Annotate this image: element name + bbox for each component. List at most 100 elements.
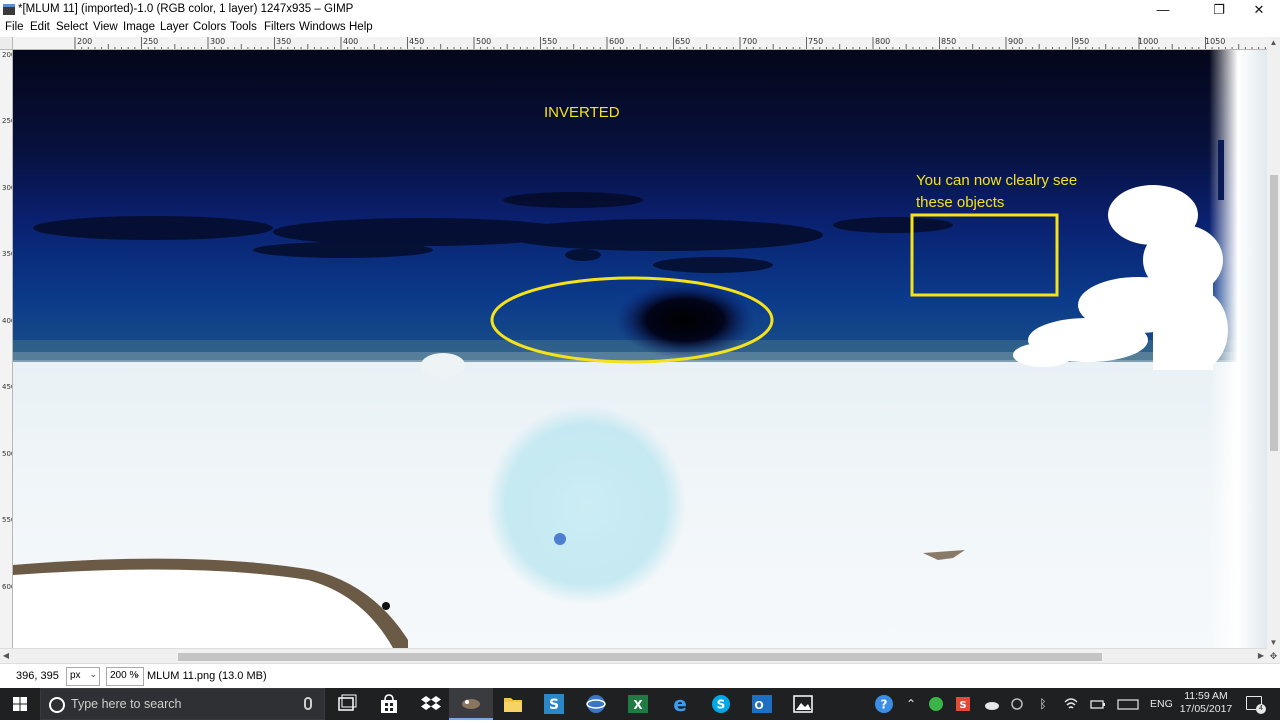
ruler-label: 850	[941, 37, 957, 46]
svg-text:e: e	[673, 693, 687, 715]
ruler-label: 1000	[1138, 37, 1159, 46]
close-button[interactable]: ✕	[1236, 0, 1280, 20]
skype-icon[interactable]: S	[710, 693, 732, 715]
svg-text:S: S	[717, 698, 726, 712]
ruler-label: 550	[2, 516, 12, 524]
excel-icon[interactable]: X	[627, 693, 649, 715]
svg-text:X: X	[633, 698, 643, 712]
svg-text:?: ?	[881, 698, 888, 712]
clock-time: 11:59 AM	[1184, 690, 1228, 702]
label-inverted: INVERTED	[544, 104, 620, 121]
menu-bar: File Edit Select View Image Layer Colors…	[0, 20, 1280, 37]
sway-icon[interactable]: S	[543, 693, 565, 715]
clock-date: 17/05/2017	[1179, 703, 1233, 715]
label-objects-line1: You can now clealry see	[916, 172, 1078, 189]
inverted-photo	[13, 50, 1267, 648]
ruler-label: 650	[675, 37, 691, 46]
ruler-label: 350	[276, 37, 292, 46]
keyboard-icon[interactable]	[1117, 696, 1139, 712]
svg-text:S: S	[549, 697, 559, 713]
help-tray-icon[interactable]: ?	[873, 693, 895, 715]
notification-count: 4	[1256, 704, 1266, 714]
pointer-coordinates: 396, 395	[16, 670, 59, 682]
bluetooth-icon[interactable]: ᛒ	[1035, 696, 1051, 712]
ruler-label: 300	[2, 184, 12, 192]
menu-select[interactable]: Select	[56, 21, 88, 33]
file-explorer-icon[interactable]	[502, 693, 524, 715]
onedrive-icon[interactable]	[983, 696, 999, 712]
store-icon[interactable]	[378, 693, 400, 715]
windows-taskbar: Type here to search S X e S O ? ⌃ S ᛒ EN…	[0, 688, 1280, 720]
ruler-label: 350	[2, 250, 12, 258]
language-indicator[interactable]: ENG	[1150, 698, 1173, 710]
microphone-icon[interactable]	[304, 697, 312, 710]
ruler-label: 800	[875, 37, 891, 46]
menu-windows[interactable]: Windows	[299, 21, 346, 33]
edge-icon[interactable]: e	[669, 693, 691, 715]
chevron-up-icon[interactable]: ⌃	[903, 696, 919, 712]
start-button[interactable]	[0, 688, 40, 720]
scroll-left-icon[interactable]: ◀	[0, 649, 12, 663]
menu-image[interactable]: Image	[123, 21, 155, 33]
vertical-scroll-thumb[interactable]	[1270, 175, 1278, 451]
vertical-scrollbar[interactable]: ▲ ▼	[1267, 37, 1280, 649]
vertical-ruler: 200 250 300 350 400 450 500 550 600	[0, 50, 13, 648]
image-canvas[interactable]: INVERTED You can now clealry see these o…	[13, 50, 1267, 648]
search-placeholder: Type here to search	[71, 697, 182, 711]
gimp-icon	[462, 699, 480, 709]
browser-icon[interactable]	[585, 693, 607, 715]
ruler-label: 750	[808, 37, 824, 46]
ruler-label: 950	[1074, 37, 1090, 46]
ruler-label: 900	[1008, 37, 1024, 46]
ruler-label: 700	[742, 37, 758, 46]
ruler-label: 600	[609, 37, 625, 46]
svg-text:S: S	[959, 700, 966, 711]
minimize-button[interactable]: —	[1140, 0, 1186, 20]
wifi-icon[interactable]	[1063, 696, 1079, 712]
security-tray-icon[interactable]	[928, 696, 944, 712]
taskbar-gimp-button[interactable]	[449, 688, 493, 720]
scroll-down-icon[interactable]: ▼	[1267, 637, 1280, 649]
chevron-down-icon: ⌄	[89, 669, 97, 679]
outlook-icon[interactable]: O	[751, 693, 773, 715]
task-view-icon[interactable]	[336, 693, 358, 715]
ruler-label: 250	[2, 117, 12, 125]
menu-view[interactable]: View	[93, 21, 118, 33]
scroll-right-icon[interactable]: ▶	[1255, 649, 1267, 663]
ruler-label: 400	[2, 317, 12, 325]
menu-edit[interactable]: Edit	[30, 21, 50, 33]
photos-icon[interactable]	[792, 693, 814, 715]
battery-icon[interactable]	[1090, 696, 1106, 712]
window-title: *[MLUM 11] (imported)-1.0 (RGB color, 1 …	[18, 3, 354, 15]
horizontal-scrollbar[interactable]: ◀ ▶	[0, 648, 1267, 663]
clock[interactable]: 11:59 AM 17/05/2017	[1174, 690, 1238, 716]
ruler-label: 400	[343, 37, 359, 46]
app-tray-icon[interactable]: S	[955, 696, 971, 712]
windows-logo-icon	[13, 697, 27, 711]
scroll-up-icon[interactable]: ▲	[1267, 37, 1280, 49]
menu-help[interactable]: Help	[349, 21, 373, 33]
menu-layer[interactable]: Layer	[160, 21, 189, 33]
horizontal-scroll-thumb[interactable]	[178, 653, 1102, 661]
navigate-icon[interactable]: ✥	[1267, 649, 1280, 663]
cortana-icon	[49, 697, 65, 713]
menu-tools[interactable]: Tools	[230, 21, 257, 33]
ruler-label: 300	[210, 37, 226, 46]
ruler-corner[interactable]	[0, 37, 13, 50]
title-bar: *[MLUM 11] (imported)-1.0 (RGB color, 1 …	[0, 0, 1280, 20]
horizontal-ruler: 200 250 300 350 400 450 500 550 600 650 …	[13, 37, 1267, 50]
label-objects-line2: these objects	[916, 194, 1005, 211]
chevron-down-icon: ⌄	[133, 669, 141, 679]
menu-colors[interactable]: Colors	[193, 21, 226, 33]
taskbar-search-box[interactable]: Type here to search	[40, 688, 325, 720]
menu-filters[interactable]: Filters	[264, 21, 295, 33]
ruler-label: 500	[476, 37, 492, 46]
menu-file[interactable]: File	[5, 21, 24, 33]
zoom-select[interactable]: 200 % ⌄	[106, 667, 144, 686]
ruler-label: 450	[2, 383, 12, 391]
ruler-label: 600	[2, 583, 12, 591]
dropbox-icon[interactable]	[420, 693, 442, 715]
tray-app-icon[interactable]	[1009, 696, 1025, 712]
unit-select[interactable]: px ⌄	[66, 667, 100, 686]
ruler-label: 250	[143, 37, 159, 46]
